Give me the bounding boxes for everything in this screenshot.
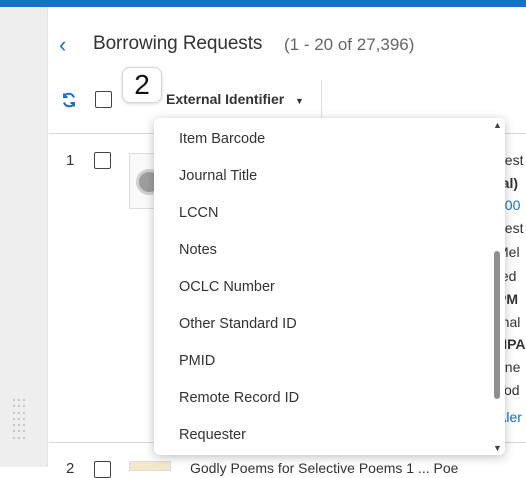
sort-caret-down-icon[interactable]: ▼ (295, 96, 304, 106)
back-chevron-icon[interactable]: ‹ (59, 34, 73, 56)
left-rail (0, 7, 48, 467)
select-all-checkbox[interactable] (95, 91, 112, 108)
row-number: 1 (66, 152, 75, 169)
row-checkbox[interactable] (94, 152, 111, 169)
dropdown-option[interactable]: Remote Record ID (179, 390, 299, 406)
results-count: (1 - 20 of 27,396) (284, 35, 415, 54)
refresh-icon[interactable] (61, 92, 77, 108)
row-checkbox[interactable] (94, 461, 111, 478)
dropdown-option[interactable]: Notes (179, 242, 217, 258)
column-divider (321, 80, 322, 120)
dropdown-option[interactable]: Item Barcode (179, 131, 265, 147)
dropdown-option[interactable]: PMID (179, 353, 215, 369)
record-thumbnail (129, 461, 171, 471)
page-title: Borrowing Requests (93, 33, 263, 54)
dropdown-option[interactable]: Other Standard ID (179, 316, 297, 332)
row-title[interactable]: Godly Poems for Selective Poems 1 ... Po… (190, 460, 458, 476)
row-number: 2 (66, 460, 75, 477)
dropdown-option[interactable]: OCLC Number (179, 279, 275, 295)
column-header-external-identifier[interactable]: External Identifier (166, 91, 284, 107)
step-number-badge: 2 (122, 67, 162, 103)
scroll-down-arrow-icon[interactable]: ▼ (493, 443, 502, 453)
dropdown-scrollbar[interactable]: ▲ ▼ (490, 118, 504, 455)
dropdown-option[interactable]: LCCN (179, 205, 218, 221)
identifier-dropdown-menu: Item Barcode Journal Title LCCN Notes OC… (154, 118, 505, 455)
scrollbar-thumb[interactable] (494, 251, 500, 399)
scroll-up-arrow-icon[interactable]: ▲ (493, 120, 502, 130)
drag-handle-icon[interactable] (13, 399, 25, 441)
top-app-bar (0, 0, 526, 7)
dropdown-option[interactable]: Requester (179, 427, 246, 443)
dropdown-option[interactable]: Journal Title (179, 168, 257, 184)
